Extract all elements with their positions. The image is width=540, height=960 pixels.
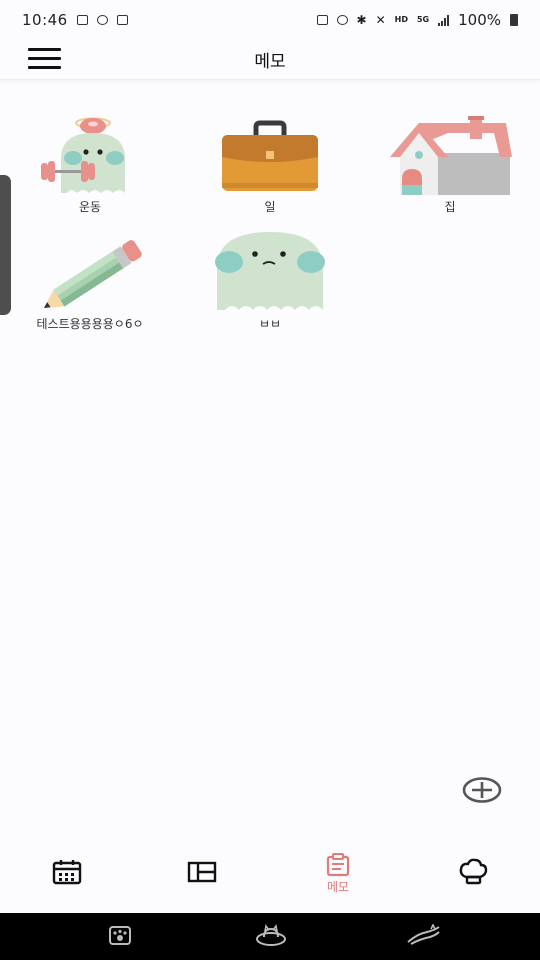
memo-label: 운동: [78, 200, 102, 214]
nav-chef[interactable]: [418, 845, 528, 913]
memo-item-home[interactable]: 집: [370, 105, 530, 220]
nav-memo[interactable]: 메모: [283, 845, 393, 913]
memo-label: 집: [444, 200, 456, 214]
status-time: 10:46: [22, 11, 68, 29]
house-icon: [370, 105, 530, 195]
memo-label: 일: [264, 200, 276, 214]
calendar-icon: [52, 860, 82, 885]
layout-icon: [187, 861, 217, 883]
bluetooth-icon: ✱: [356, 13, 367, 27]
cat-home-icon: [256, 924, 286, 946]
system-navigation-bar: [0, 913, 540, 960]
notification-icon: [96, 15, 108, 25]
network-type-icon: HD: [395, 16, 408, 24]
screenshot-icon: [76, 15, 88, 25]
app-notification-icon: [116, 15, 128, 25]
cat-back-icon: [407, 923, 440, 945]
status-bar: 10:46 ✱ ✕ HD 5G 100%: [0, 0, 540, 40]
signal-icon: [438, 14, 450, 26]
battery-icon: [510, 14, 518, 26]
nav-calendar[interactable]: [12, 845, 122, 913]
network-5g-label: 5G: [416, 15, 430, 24]
memo-label: ㅂㅂ: [258, 317, 282, 331]
status-bar-left: 10:46: [22, 11, 128, 29]
exercise-ghost-icon: [10, 105, 170, 195]
alarm-icon: [336, 15, 348, 25]
nav-layout[interactable]: [147, 845, 257, 913]
nav-label-memo: 메모: [326, 880, 350, 894]
sys-home-button[interactable]: [255, 924, 286, 948]
pencil-icon: [10, 222, 170, 312]
network-5g-icon: 5G: [417, 16, 429, 24]
page-title: 메모: [254, 52, 286, 72]
paw-box-icon: [109, 926, 131, 945]
memo-item-test[interactable]: 테스트용용용용ㅇ6ㅇ: [10, 222, 170, 337]
mail-icon: [316, 15, 328, 25]
ghost-icon: [190, 222, 350, 312]
briefcase-icon: [190, 105, 350, 195]
plus-circle-icon: [462, 777, 502, 803]
memo-label: 테스트용용용용ㅇ6ㅇ: [36, 317, 144, 331]
app-header: 메모: [0, 40, 540, 80]
battery-percent: 100%: [458, 11, 501, 29]
network-hd-label: HD: [394, 15, 408, 24]
mute-icon: ✕: [375, 13, 386, 27]
memo-item-work[interactable]: 일: [190, 105, 350, 220]
sys-back-button[interactable]: [405, 923, 440, 948]
memo-item-bb[interactable]: ㅂㅂ: [190, 222, 350, 337]
memo-item-exercise[interactable]: 운동: [10, 105, 170, 220]
menu-button[interactable]: [28, 48, 62, 70]
bottom-navigation: 메모: [0, 845, 540, 913]
memo-icon: [326, 853, 350, 877]
sys-recent-button[interactable]: [105, 924, 135, 948]
add-memo-button[interactable]: [462, 775, 502, 805]
chef-hat-icon: [459, 858, 488, 885]
status-bar-right: ✱ ✕ HD 5G 100%: [316, 11, 518, 29]
